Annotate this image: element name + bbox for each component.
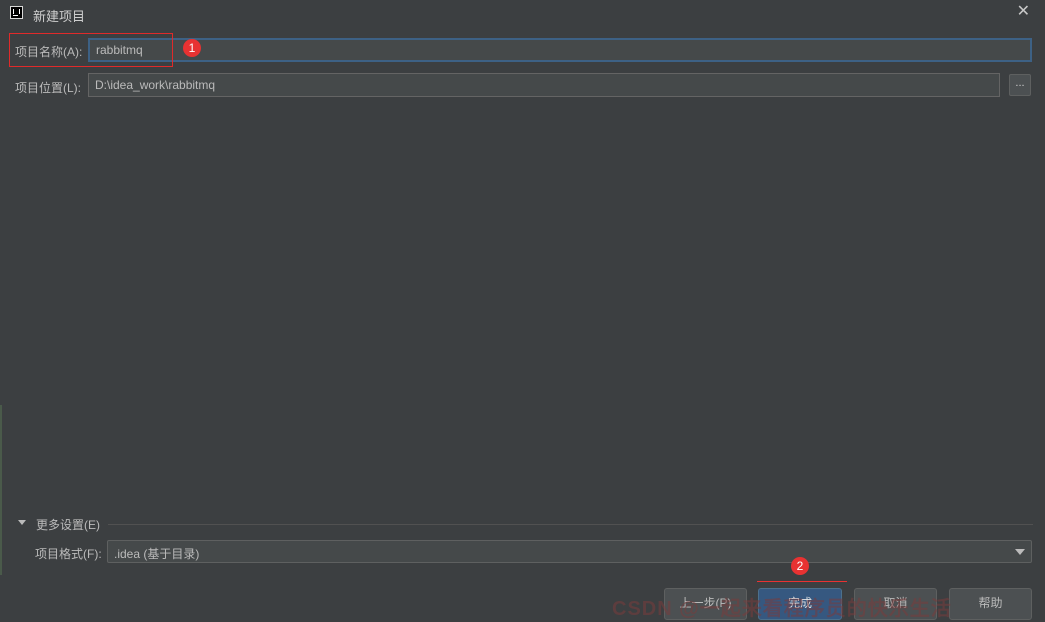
project-location-label: 项目位置(L): xyxy=(15,81,82,95)
annotation-underline xyxy=(757,581,847,582)
watermark: CSDN @一起来看程序员的快乐生活 xyxy=(612,598,952,620)
project-name-input[interactable] xyxy=(88,38,1032,62)
dialog-title: 新建项目 xyxy=(33,9,86,24)
annotation-highlight-box xyxy=(9,33,173,67)
project-location-input[interactable] xyxy=(88,73,1000,97)
project-format-label: 项目格式(F): xyxy=(35,547,102,561)
help-button[interactable]: 帮助 xyxy=(949,588,1032,620)
window-edge xyxy=(0,405,2,575)
title-bar: 新建项目 ✕ xyxy=(0,0,1045,28)
annotation-badge-2: 2 xyxy=(791,557,809,575)
expand-triangle-icon xyxy=(18,520,26,525)
close-icon[interactable]: ✕ xyxy=(1017,4,1030,20)
separator xyxy=(108,524,1033,525)
annotation-badge-1: 1 xyxy=(183,39,201,57)
more-settings-label: 更多设置(E) xyxy=(36,518,100,532)
project-format-value: .idea (基于目录) xyxy=(114,547,200,561)
dropdown-arrow-icon xyxy=(1015,549,1025,555)
intellij-logo-icon xyxy=(10,6,23,19)
new-project-dialog: 新建项目 ✕ 项目名称(A): 1 项目位置(L): ... 更多设置(E) 项… xyxy=(0,0,1045,622)
browse-button[interactable]: ... xyxy=(1009,74,1031,96)
project-format-select[interactable]: .idea (基于目录) xyxy=(107,540,1032,563)
